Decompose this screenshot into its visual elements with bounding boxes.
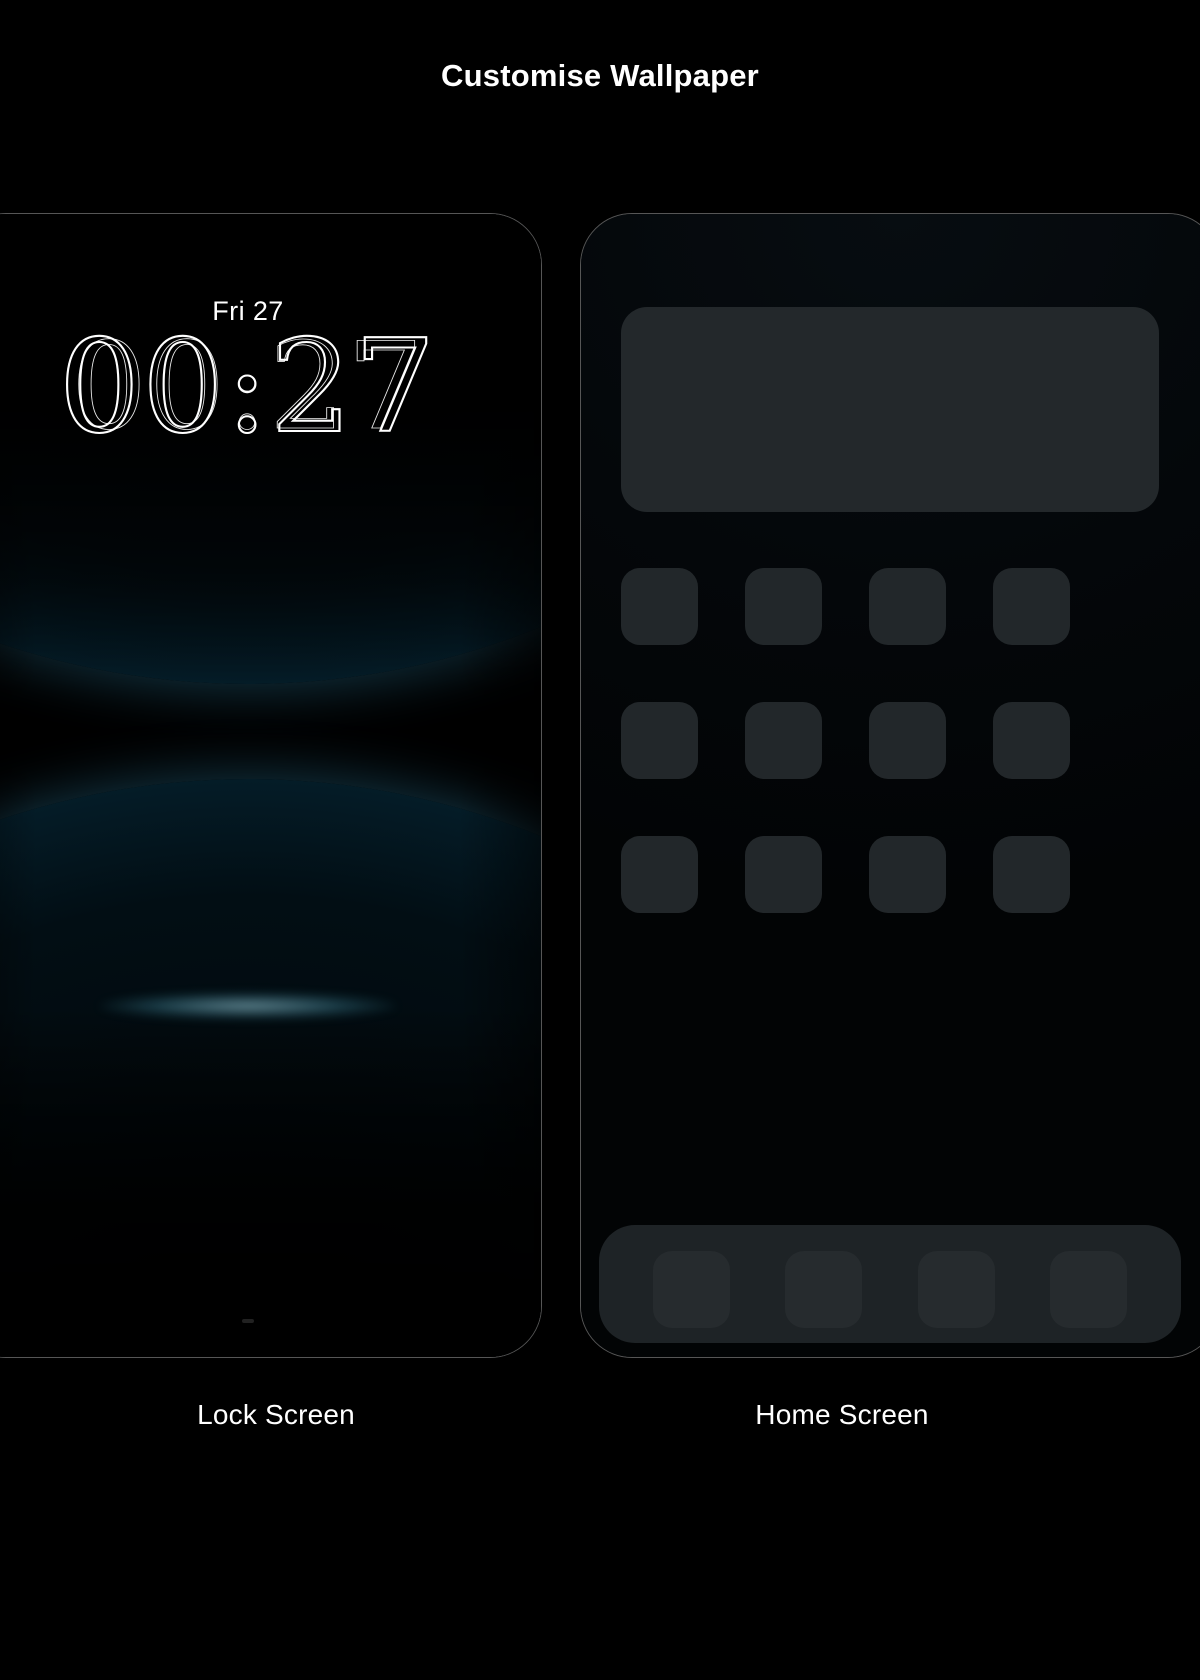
home-screen-preview[interactable] [580, 213, 1200, 1358]
dock-icon[interactable] [917, 1250, 995, 1328]
app-icon[interactable] [745, 568, 822, 645]
app-icon[interactable] [869, 702, 946, 779]
widget-placeholder[interactable] [621, 307, 1159, 512]
dock-icon[interactable] [785, 1250, 863, 1328]
dock-icon[interactable] [652, 1250, 730, 1328]
app-icon[interactable] [869, 568, 946, 645]
lock-screen-preview[interactable]: Fri 27 00:27 00:27 [0, 213, 542, 1358]
app-icon[interactable] [993, 836, 1070, 913]
lock-screen-caption: Lock Screen [197, 1399, 355, 1430]
app-icon[interactable] [621, 702, 698, 779]
app-icon[interactable] [621, 568, 698, 645]
app-icon[interactable] [621, 836, 698, 913]
app-icon[interactable] [869, 836, 946, 913]
home-indicator [242, 1319, 254, 1323]
lock-screen-clock[interactable]: 00:27 00:27 [0, 317, 541, 458]
app-icon-grid [621, 568, 1159, 913]
dock-icon[interactable] [1050, 1250, 1128, 1328]
page-title: Customise Wallpaper [441, 58, 759, 93]
dock [599, 1225, 1181, 1343]
customise-wallpaper-screen: Customise Wallpaper Fri 27 00:27 00:27 L… [0, 0, 1200, 1680]
app-icon[interactable] [993, 702, 1070, 779]
wallpaper-lower-sphere [0, 779, 541, 1357]
lock-screen-clock-inner: 00:27 [70, 317, 426, 458]
app-icon[interactable] [745, 702, 822, 779]
app-icon[interactable] [745, 836, 822, 913]
app-icon[interactable] [993, 568, 1070, 645]
home-screen-caption: Home Screen [755, 1399, 929, 1430]
